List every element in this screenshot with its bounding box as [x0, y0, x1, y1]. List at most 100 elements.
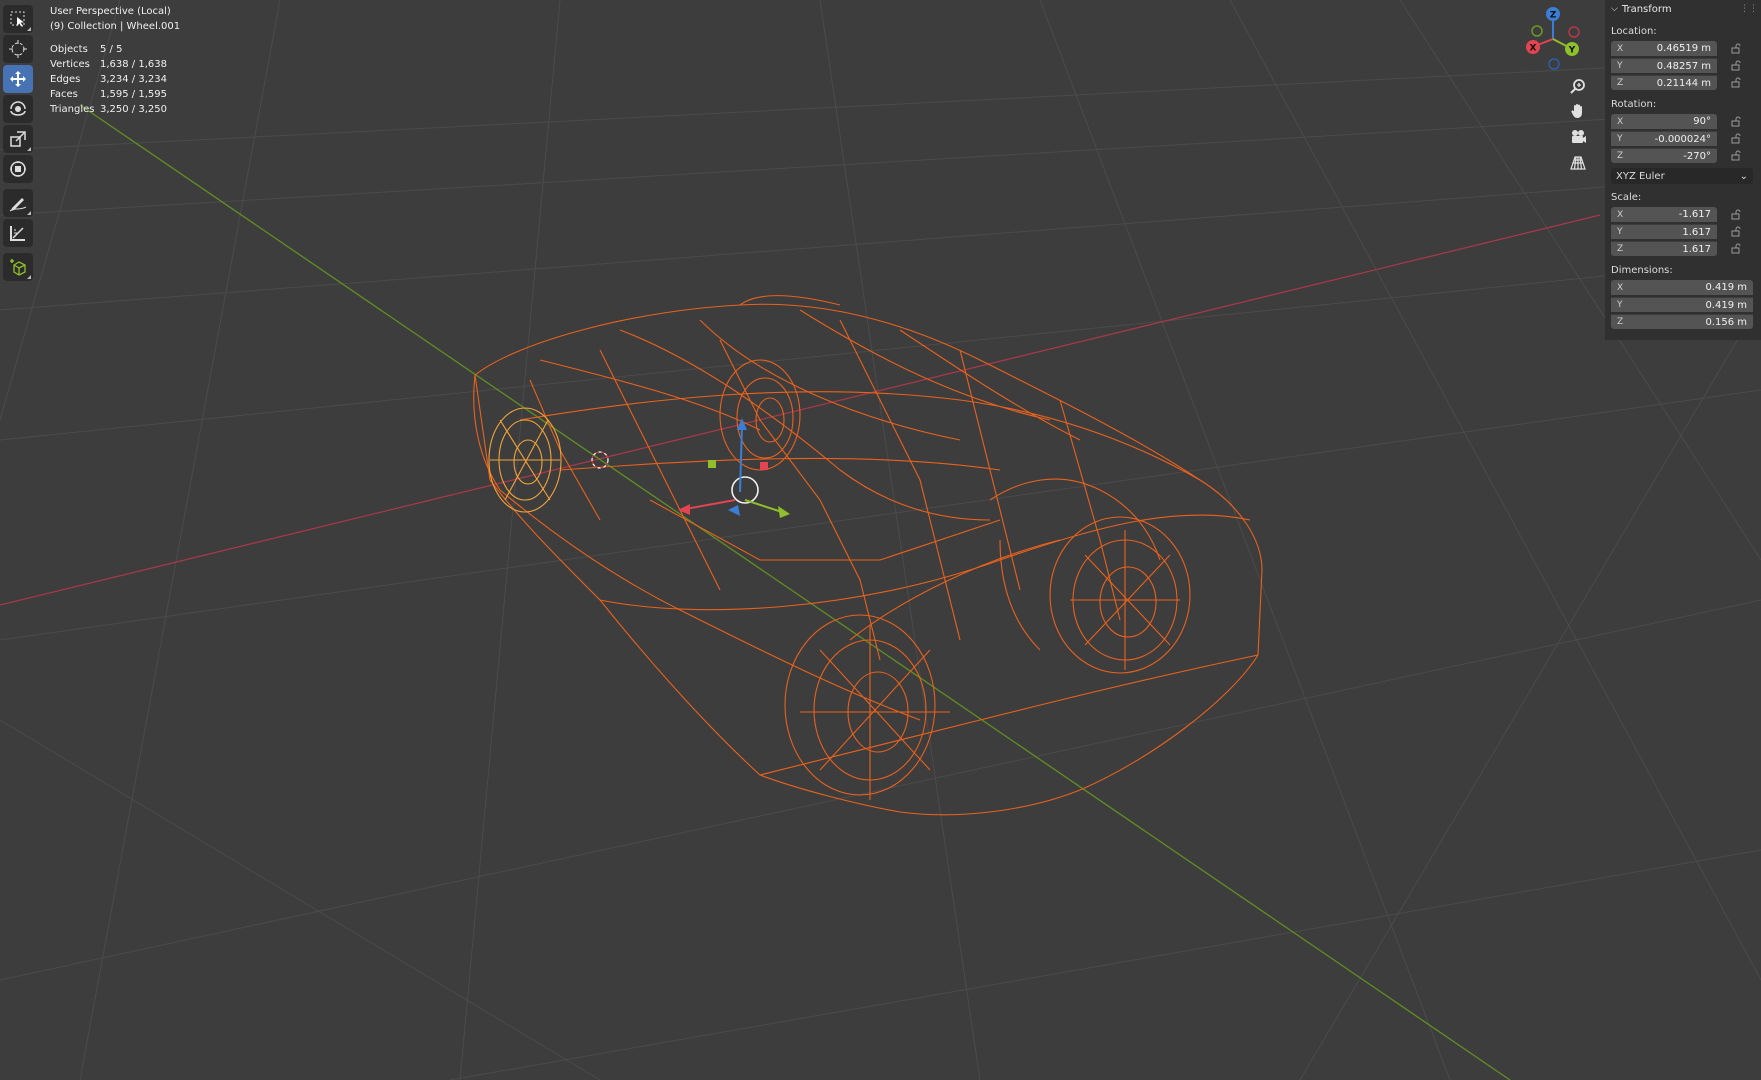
- perspective-grid-icon: [1570, 156, 1586, 170]
- scale-x-row: X -1.617: [1611, 206, 1761, 223]
- scale-z-field[interactable]: Z 1.617: [1611, 241, 1717, 256]
- transform-icon: [10, 161, 26, 177]
- rotation-label: Rotation:: [1611, 99, 1657, 110]
- gizmo-neg-y-handle[interactable]: [1531, 25, 1543, 37]
- viewport-info-overlay: User Perspective (Local) (9) Collection …: [50, 4, 180, 117]
- measure-icon: [10, 226, 25, 241]
- move-gizmo[interactable]: [678, 418, 790, 518]
- stat-row-vertices: Vertices 1,638 / 1,638: [50, 57, 180, 72]
- lock-icon[interactable]: [1729, 59, 1743, 73]
- lock-icon[interactable]: [1729, 115, 1743, 129]
- stat-label: Objects: [50, 44, 88, 55]
- rotation-mode-dropdown[interactable]: XYZ Euler ⌄: [1611, 168, 1753, 184]
- zoom-icon: [1570, 79, 1585, 94]
- lock-icon[interactable]: [1729, 76, 1743, 90]
- rotation-y-row: Y -0.000024°: [1611, 130, 1761, 147]
- view-name: User Perspective (Local): [50, 6, 171, 17]
- lock-icon[interactable]: [1729, 149, 1743, 163]
- axis-label: Y: [1617, 227, 1623, 237]
- navigation-gizmo[interactable]: Z X Y: [1518, 4, 1588, 74]
- lock-icon[interactable]: [1729, 42, 1743, 56]
- rotation-z-field[interactable]: Z -270°: [1611, 148, 1717, 163]
- lock-icon[interactable]: [1729, 208, 1743, 222]
- stat-row-objects: Objects 5 / 5: [50, 42, 180, 57]
- drag-handle-icon[interactable]: ⋮⋮: [1740, 4, 1758, 14]
- location-y-field[interactable]: Y 0.48257 m: [1611, 58, 1717, 73]
- field-value: 0.156 m: [1705, 316, 1747, 328]
- perspective-toggle-button[interactable]: [1565, 150, 1591, 176]
- dimensions-z-field[interactable]: Z 0.156 m: [1611, 314, 1753, 329]
- chevron-down-icon: ⌵: [1611, 4, 1618, 14]
- car-wireframe: [473, 294, 1263, 816]
- tool-transform[interactable]: [3, 155, 33, 183]
- gizmo-neg-x-handle[interactable]: [1568, 26, 1580, 38]
- zoom-button[interactable]: [1565, 73, 1591, 99]
- camera-icon: [1572, 130, 1586, 143]
- dimensions-label: Dimensions:: [1611, 265, 1673, 276]
- camera-view-button[interactable]: [1565, 124, 1591, 150]
- stat-row-edges: Edges 3,234 / 3,234: [50, 72, 180, 87]
- field-value: 1.617: [1682, 226, 1711, 238]
- tool-annotate[interactable]: [3, 189, 33, 217]
- tool-cursor[interactable]: [3, 35, 33, 63]
- axis-label: Y: [1617, 134, 1623, 144]
- rotation-y-field[interactable]: Y -0.000024°: [1611, 131, 1717, 146]
- field-value: 0.419 m: [1705, 282, 1747, 293]
- tool-move[interactable]: [3, 65, 33, 93]
- lock-icon[interactable]: [1729, 242, 1743, 256]
- field-value: -270°: [1683, 150, 1711, 162]
- scale-z-row: Z 1.617: [1611, 240, 1761, 257]
- gizmo-z-label: Z: [1550, 11, 1557, 21]
- stat-label: Faces: [50, 89, 78, 100]
- hand-pan-icon: [1571, 104, 1582, 118]
- tool-measure[interactable]: [3, 219, 33, 247]
- stat-value: 3,234 / 3,234: [100, 74, 167, 85]
- lock-icon[interactable]: [1729, 132, 1743, 146]
- lock-icon[interactable]: [1729, 225, 1743, 239]
- transform-panel-header[interactable]: ⌵ Transform: [1605, 0, 1761, 18]
- field-value: 1.617: [1682, 243, 1711, 255]
- cursor-icon: [9, 40, 27, 58]
- annotate-icon: [9, 198, 27, 212]
- gizmo-neg-z-handle[interactable]: [1548, 58, 1560, 70]
- move-icon: [10, 71, 26, 87]
- rotation-z-row: Z -270°: [1611, 147, 1761, 164]
- rotation-x-field[interactable]: X 90°: [1611, 114, 1717, 129]
- location-x-field[interactable]: X 0.46519 m: [1611, 41, 1717, 56]
- dimensions-y-row: Y 0.419 m: [1611, 296, 1761, 313]
- field-value: 90°: [1693, 116, 1711, 127]
- scale-label: Scale:: [1611, 192, 1642, 203]
- 3d-viewport[interactable]: [0, 0, 1761, 1080]
- field-value: 0.48257 m: [1656, 60, 1711, 72]
- tool-rotate[interactable]: [3, 95, 33, 123]
- tool-shelf: [3, 5, 35, 283]
- gizmo-x-label: X: [1530, 44, 1537, 54]
- pan-button[interactable]: [1565, 98, 1591, 124]
- location-y-row: Y 0.48257 m: [1611, 57, 1761, 74]
- stat-value: 1,638 / 1,638: [100, 59, 167, 70]
- select-box-icon: [10, 11, 25, 27]
- dimensions-y-field[interactable]: Y 0.419 m: [1611, 297, 1753, 312]
- field-value: 0.21144 m: [1656, 77, 1711, 89]
- location-z-row: Z 0.21144 m: [1611, 74, 1761, 91]
- stat-value: 5 / 5: [100, 44, 123, 55]
- dimensions-x-field[interactable]: X 0.419 m: [1611, 280, 1753, 295]
- tool-add-cube[interactable]: [3, 253, 33, 281]
- rotate-icon: [10, 101, 26, 116]
- rotation-x-row: X 90°: [1611, 113, 1761, 130]
- stat-row-triangles: Triangles 3,250 / 3,250: [50, 102, 180, 117]
- stat-label: Edges: [50, 74, 81, 85]
- stat-value: 1,595 / 1,595: [100, 89, 167, 100]
- tool-scale[interactable]: [3, 125, 33, 153]
- scale-y-field[interactable]: Y 1.617: [1611, 224, 1717, 239]
- axis-label: Z: [1617, 317, 1624, 327]
- tool-select-box[interactable]: [3, 5, 33, 33]
- stat-row-faces: Faces 1,595 / 1,595: [50, 87, 180, 102]
- axis-label: Z: [1617, 244, 1624, 254]
- axis-label: Z: [1617, 78, 1624, 88]
- location-z-field[interactable]: Z 0.21144 m: [1611, 75, 1717, 90]
- axis-label: Y: [1617, 61, 1623, 71]
- collection-line: (9) Collection | Wheel.001: [50, 21, 181, 32]
- scale-x-field[interactable]: X -1.617: [1611, 207, 1717, 222]
- scale-icon: [10, 131, 26, 147]
